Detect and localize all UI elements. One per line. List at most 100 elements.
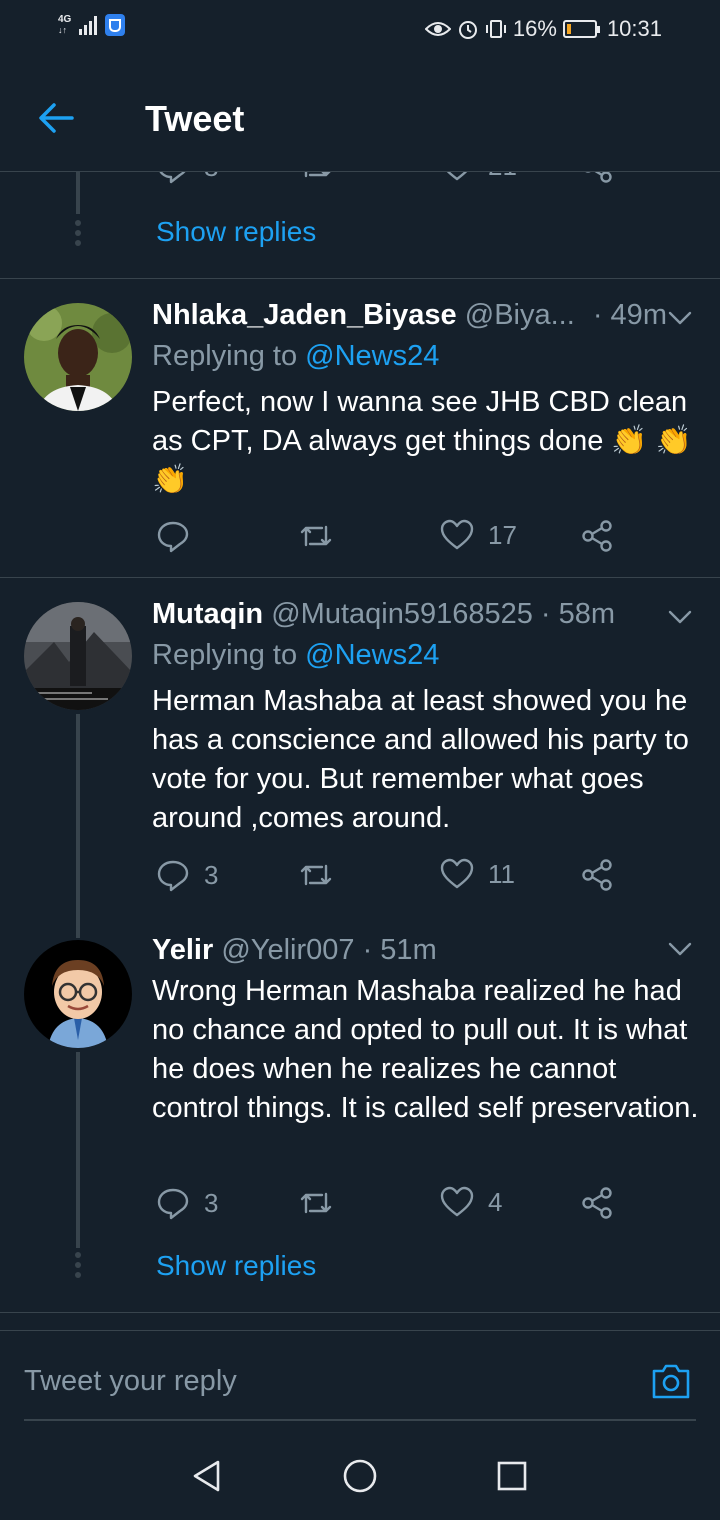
chevron-down-icon[interactable] — [667, 305, 693, 331]
retweet-icon — [300, 1192, 332, 1214]
eye-icon — [424, 22, 451, 36]
tweet-meta: Nhlaka_Jaden_Biyase @Biya... · 49m — [152, 299, 667, 332]
share-action[interactable] — [580, 172, 614, 184]
previous-actions: 3 21 — [156, 172, 636, 190]
replying-to: Replying to @News24 — [152, 639, 440, 671]
reply-count: 3 — [204, 859, 219, 890]
like-action[interactable]: 11 — [440, 858, 515, 890]
retweet-action[interactable] — [298, 519, 348, 553]
author-handle[interactable]: @Biya... — [465, 299, 575, 331]
tweet-actions: 3 4 — [156, 1186, 636, 1226]
reply-icon — [157, 1188, 189, 1220]
like-count: 21 — [488, 172, 517, 182]
tweet-time: · 51m — [362, 934, 437, 966]
like-action[interactable]: 4 — [440, 1186, 502, 1218]
share-icon — [582, 520, 612, 552]
reply-icon — [157, 860, 189, 892]
show-replies-link[interactable]: Show replies — [156, 216, 316, 248]
retweet-action[interactable] — [298, 172, 334, 184]
tweet-meta: Mutaqin @Mutaqin59168525 · 58m — [152, 598, 615, 631]
share-icon — [582, 1187, 612, 1219]
like-action[interactable]: 21 — [440, 172, 517, 182]
alarm-icon — [458, 21, 477, 39]
nav-recents-icon[interactable] — [496, 1460, 528, 1492]
share-icon — [582, 859, 612, 891]
page-title: Tweet — [145, 98, 245, 139]
status-left: 4G ↓↑ — [58, 14, 126, 36]
reply-action[interactable]: 3 — [156, 172, 218, 184]
tweet-meta: Yelir @Yelir007 · 51m — [152, 934, 437, 967]
like-action[interactable]: 17 — [440, 519, 517, 551]
share-icon — [585, 172, 612, 183]
share-action[interactable] — [580, 519, 614, 553]
chevron-down-icon[interactable] — [667, 936, 693, 962]
retweet-action[interactable] — [298, 1186, 348, 1220]
network-type: 4G ↓↑ — [58, 14, 72, 36]
chevron-down-icon[interactable] — [667, 604, 693, 630]
avatar[interactable] — [24, 303, 132, 411]
retweet-icon — [300, 525, 332, 547]
camera-icon[interactable] — [650, 1361, 692, 1401]
nav-home-icon[interactable] — [342, 1458, 378, 1494]
battery-fill — [566, 24, 572, 34]
like-count: 11 — [488, 858, 515, 889]
reply-input[interactable]: Tweet your reply — [24, 1365, 237, 1398]
like-count: 4 — [488, 1186, 503, 1217]
reply-input-underline — [24, 1419, 696, 1421]
previous-tweet: 3 21 Show replies — [0, 172, 720, 278]
reply-action[interactable]: 3 — [156, 1186, 218, 1220]
share-action[interactable] — [580, 858, 614, 892]
avatar[interactable] — [24, 602, 132, 710]
tweet-text: Perfect, now I wanna see JHB CBD clean a… — [152, 386, 692, 496]
tweet-time: · 49m — [592, 299, 667, 331]
tweet-time: · 58m — [540, 598, 616, 630]
tweet-actions: 3 11 — [156, 858, 636, 898]
tweet[interactable]: Nhlaka_Jaden_Biyase @Biya... · 49m Reply… — [0, 279, 720, 577]
reply-composer: Tweet your reply — [0, 1330, 720, 1422]
status-right: 16% 10:31 — [424, 16, 662, 42]
divider — [0, 1312, 720, 1313]
share-action[interactable] — [580, 1186, 614, 1220]
back-arrow-icon[interactable] — [34, 96, 78, 140]
show-replies-link[interactable]: Show replies — [156, 1250, 316, 1282]
tweet-text: Wrong Herman Mashaba realized he had no … — [152, 975, 699, 1124]
avatar[interactable] — [24, 940, 132, 1048]
author-handle[interactable]: @Mutaqin59168525 — [271, 598, 533, 630]
reply-action[interactable] — [156, 519, 204, 553]
author-handle[interactable]: @Yelir007 — [221, 934, 354, 966]
heart-icon — [446, 172, 468, 181]
author-name[interactable]: Yelir — [152, 934, 213, 966]
thread-line — [76, 714, 80, 918]
retweet-icon — [304, 172, 331, 178]
retweet-action[interactable] — [298, 858, 348, 892]
mention-link[interactable]: @News24 — [305, 340, 439, 372]
tweet[interactable]: Mutaqin @Mutaqin59168525 · 58m Replying … — [0, 578, 720, 918]
shield-icon — [105, 14, 126, 36]
vibrate-icon — [485, 20, 506, 38]
signal-icon — [79, 15, 98, 35]
heart-icon — [440, 519, 474, 550]
battery-icon — [562, 20, 600, 38]
reply-count: 3 — [204, 1187, 219, 1218]
app-header: Tweet — [0, 62, 720, 172]
author-name[interactable]: Nhlaka_Jaden_Biyase — [152, 299, 457, 331]
reply-icon — [157, 521, 189, 553]
reply-action[interactable]: 3 — [156, 858, 218, 892]
status-bar: 4G ↓↑ 16% 10:31 — [0, 0, 720, 62]
nav-back-icon[interactable] — [190, 1458, 224, 1494]
system-nav-bar — [0, 1432, 720, 1520]
thread-line — [76, 172, 80, 214]
replying-to: Replying to @News24 — [152, 340, 440, 372]
thread-dots — [75, 1252, 81, 1282]
mention-link[interactable]: @News24 — [305, 639, 439, 671]
author-name[interactable]: Mutaqin — [152, 598, 263, 630]
tweet-actions: 17 — [156, 519, 636, 559]
clock: 10:31 — [606, 16, 662, 41]
heart-icon — [440, 858, 474, 889]
thread-line — [76, 1052, 80, 1248]
thread-line — [76, 918, 80, 938]
reply-icon — [159, 172, 186, 184]
tweet[interactable]: Yelir @Yelir007 · 51m Wrong Herman Masha… — [0, 918, 720, 1312]
like-count: 17 — [488, 519, 517, 550]
retweet-icon — [300, 864, 332, 886]
